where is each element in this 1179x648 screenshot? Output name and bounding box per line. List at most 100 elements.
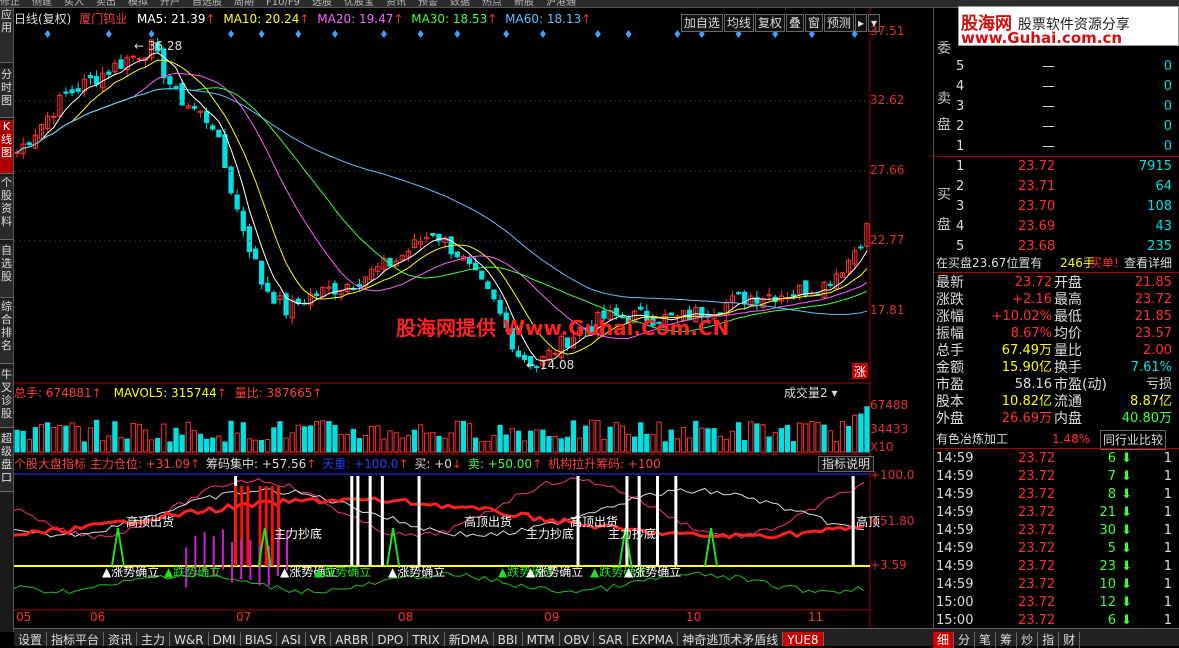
indicator-tab[interactable]: 神奇逃顶术矛盾线 xyxy=(678,632,784,646)
indicator-signal-label: ▲涨势确立 xyxy=(102,564,159,579)
volume-bar xyxy=(69,422,75,453)
quote-panel: 委卖盘买盘 5—0 4—0 3—0 2—0 1—0 1 23.72 7915 2 23.71 64 3 2… xyxy=(933,8,1179,640)
indicator-tab[interactable]: 资讯 xyxy=(104,632,138,646)
top-menu-item[interactable]: 热点 xyxy=(482,0,502,7)
toolbar-arrow-button[interactable]: ▸ xyxy=(854,14,867,32)
left-tab[interactable]: 应用 xyxy=(0,8,13,63)
volume-bar xyxy=(619,425,626,453)
top-menu-item[interactable]: 模拟 xyxy=(128,0,148,7)
indicator-tab[interactable]: OBV xyxy=(560,632,595,646)
buy-price: 23.71 xyxy=(1018,179,1056,194)
date-axis-label: 07 xyxy=(236,610,252,624)
top-menu-item[interactable]: 开户 xyxy=(160,0,180,7)
toolbar-button[interactable]: 加自选 xyxy=(680,14,723,32)
tick-row: 14:59 23.72 21 ⬇ 1 xyxy=(934,504,1179,522)
top-menu-item[interactable]: 数据 xyxy=(450,0,470,7)
indicator-tab[interactable]: ARBR xyxy=(331,632,374,646)
top-menu-item[interactable]: 修正 xyxy=(0,0,20,7)
top-menu-item[interactable]: 周期 xyxy=(234,0,254,7)
indicator-tab[interactable]: DMI xyxy=(209,632,241,646)
indicator-tab[interactable]: DPO xyxy=(373,632,409,646)
quote-row: 振幅 8.67% 均价 23.57 xyxy=(934,325,1179,343)
toolbar-button[interactable]: 窗 xyxy=(804,14,823,32)
toolbar-button[interactable]: 叠 xyxy=(785,14,804,32)
top-menu-item[interactable]: F10/F9 xyxy=(266,0,300,7)
top-menu-item[interactable]: 买入 xyxy=(64,0,84,7)
volume-bar xyxy=(650,434,656,453)
signal-white-bar xyxy=(625,476,629,566)
top-menu-item[interactable]: 选股 xyxy=(312,0,332,7)
left-tab[interactable]: 牛叉诊股 xyxy=(0,368,13,428)
volume-bar xyxy=(809,420,815,453)
top-menu-item[interactable]: 侧建 xyxy=(32,0,52,7)
toolbar-button[interactable]: 预测 xyxy=(823,14,854,32)
top-menu-item[interactable]: 优股宝 xyxy=(344,0,374,7)
volume-bar xyxy=(405,435,412,453)
indicator-axis-label: +3.59 xyxy=(870,558,907,572)
indicator-tab[interactable]: TRIX xyxy=(408,632,445,646)
indicator-tab[interactable]: 指标平台 xyxy=(47,632,105,646)
quote-value: +10.02% xyxy=(991,309,1052,324)
volume-info-line: 总手: 674881↑ MAVOL5: 315744↑ 量比: 387665↑ xyxy=(14,386,323,400)
indicator-tab[interactable]: 主力 xyxy=(137,632,171,646)
toolbar-button[interactable]: 复权 xyxy=(754,14,785,32)
buy-volume: 43 xyxy=(1155,219,1172,234)
quote-value-2: 23.57 xyxy=(1134,326,1172,341)
indicator-tab[interactable]: 新DMA xyxy=(445,632,494,646)
tick-volume: 6 xyxy=(1107,451,1116,466)
indicator-tab[interactable]: EXPMA xyxy=(628,632,679,646)
volume-bar xyxy=(222,441,228,453)
detail-link[interactable]: 查看详细 xyxy=(1124,254,1172,272)
indicator-tab[interactable]: 设置 xyxy=(14,632,48,646)
mai-value: 买: +0 xyxy=(414,457,452,471)
left-tab[interactable]: K线图 xyxy=(0,120,13,174)
indicator-tab[interactable]: BIAS xyxy=(241,632,278,646)
left-tab[interactable]: 分时图 xyxy=(0,68,13,118)
date-axis-label: 09 xyxy=(544,610,560,624)
left-tab[interactable]: 超级盘口 xyxy=(0,432,13,492)
indicator-tab[interactable]: W&R xyxy=(170,632,209,646)
volume-bar xyxy=(307,425,314,453)
quote-value: 23.72 xyxy=(1014,275,1052,290)
down-arrow-icon: ⬇ xyxy=(1121,595,1132,610)
volume-bar xyxy=(63,425,69,453)
quote-value: 58.16 xyxy=(1014,377,1052,392)
ma60-line xyxy=(16,88,868,315)
indicator-tab[interactable]: MTM xyxy=(523,632,560,646)
volume-bar xyxy=(356,438,363,453)
top-menu-item[interactable]: 新股 xyxy=(514,0,534,7)
candle-body xyxy=(265,282,271,292)
volume-bar xyxy=(100,440,106,453)
top-menu-item[interactable]: 预警 xyxy=(418,0,438,7)
indicator-tab[interactable]: SAR xyxy=(594,632,628,646)
quote-label-2: 流通 xyxy=(1054,394,1082,410)
chouma-value: 筹码集中: +57.56 xyxy=(206,457,307,471)
indicator-tab[interactable]: ASI xyxy=(277,632,306,646)
volume-bar xyxy=(289,432,295,453)
industry-row: 有色冶炼加工 1.48% 同行业比较 xyxy=(934,430,1179,450)
top-menu-item[interactable]: 沪港通 xyxy=(546,0,576,7)
left-tab[interactable]: 综合排名 xyxy=(0,300,13,364)
indicator-signal-label: 高顶出货 xyxy=(126,514,174,529)
quote-label-2: 最高 xyxy=(1054,292,1082,308)
volume-bar xyxy=(839,421,846,453)
indicator-tab[interactable]: YUE8 xyxy=(783,632,824,646)
buy-position-text: 在买盘23.67位置有 xyxy=(936,256,1043,270)
volume-bar xyxy=(674,438,681,453)
indicator-tab[interactable]: VR xyxy=(306,632,332,646)
indicator-tab[interactable]: BBI xyxy=(494,632,523,646)
tick-count: 1 xyxy=(1163,595,1172,610)
left-tab[interactable]: 自选股 xyxy=(0,244,13,298)
top-menu-item[interactable]: 资讯 xyxy=(386,0,406,7)
volume-selector[interactable]: 成交量2 ▾ xyxy=(784,386,837,400)
tick-price: 23.72 xyxy=(1018,523,1056,538)
buy-level: 2 xyxy=(956,179,965,194)
top-menu-item[interactable]: 自选股 xyxy=(192,0,222,7)
top-menu-item[interactable]: 卖出 xyxy=(96,0,116,7)
tick-time: 14:59 xyxy=(936,577,974,592)
industry-compare-button[interactable]: 同行业比较 xyxy=(1100,430,1167,450)
tick-row: 14:59 23.72 23 ⬇ 1 xyxy=(934,558,1179,576)
left-tab[interactable]: 个股资料 xyxy=(0,176,13,240)
indicator-help-button[interactable]: 指标说明 xyxy=(818,456,875,472)
toolbar-button[interactable]: 均线 xyxy=(723,14,754,32)
